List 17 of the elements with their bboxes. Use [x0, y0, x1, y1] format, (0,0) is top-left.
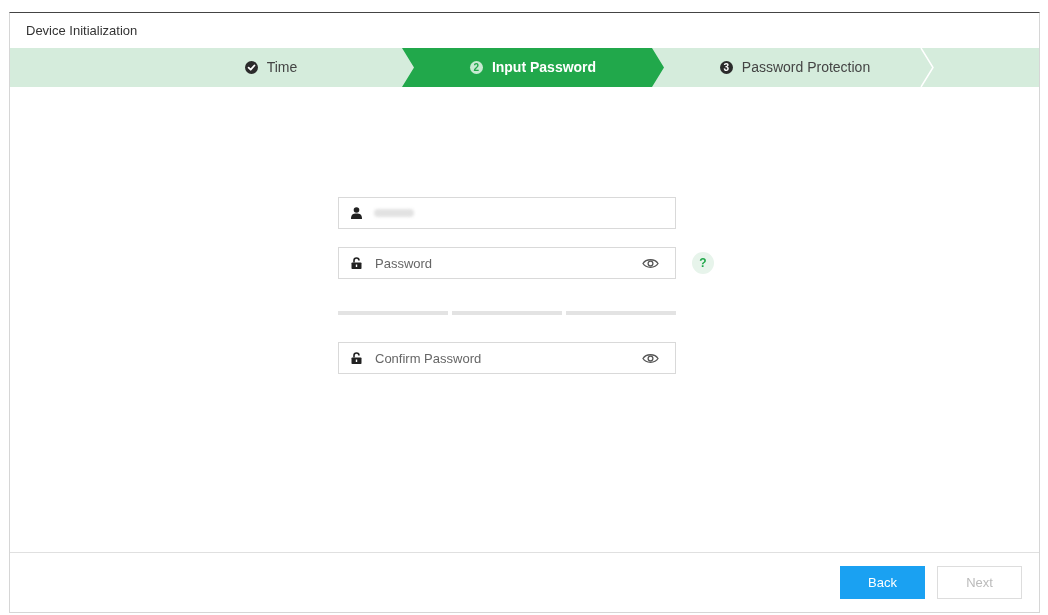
username-field[interactable]	[338, 197, 676, 229]
help-button[interactable]: ?	[692, 252, 714, 274]
window-title: Device Initialization	[26, 21, 138, 40]
user-icon	[351, 207, 362, 219]
eye-icon[interactable]	[642, 258, 659, 269]
password-field[interactable]: Password	[338, 247, 676, 279]
password-field[interactable]: Confirm Password	[338, 342, 676, 374]
step-number: 3	[719, 61, 733, 74]
step-label: Time	[266, 58, 298, 77]
chevron-separator-icon	[920, 48, 934, 87]
step-label: Password Protection	[741, 58, 871, 77]
lock-icon	[351, 257, 362, 269]
eye-icon[interactable]	[642, 353, 659, 364]
step-number: 2	[469, 61, 483, 74]
step-label: Input Password	[491, 58, 597, 77]
lock-icon	[351, 352, 362, 364]
wizard-button[interactable]: Back	[840, 566, 925, 599]
